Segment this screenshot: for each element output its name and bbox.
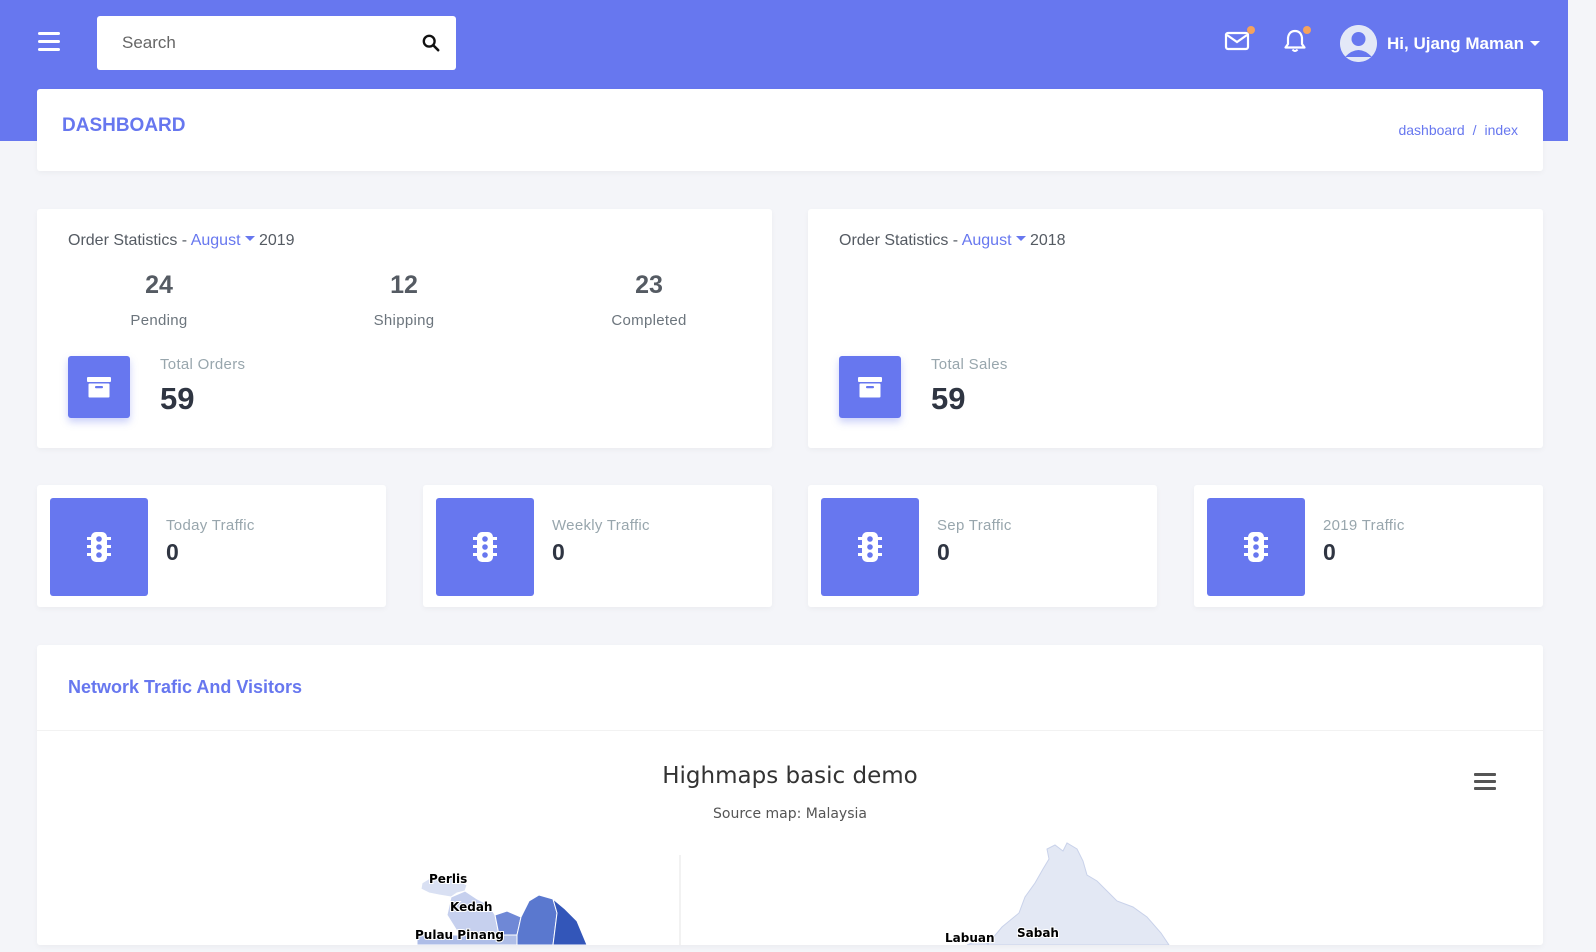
month-dropdown[interactable]: August <box>962 232 1026 249</box>
east-malaysia: Labuan Sabah <box>944 842 1170 945</box>
chart-subtitle: Source map: Malaysia <box>713 806 867 822</box>
stat-label: Shipping <box>373 312 435 329</box>
network-traffic-card: Network Trafic And Visitors Highmaps bas… <box>37 645 1543 945</box>
map-label-perlis: Perlis <box>429 872 467 886</box>
search-input[interactable] <box>97 16 402 70</box>
month-dropdown-label: August <box>190 232 241 249</box>
stat-label: Pending <box>130 312 188 329</box>
traffic-value: 0 <box>552 539 565 565</box>
chart-context-menu-icon[interactable] <box>1474 773 1496 791</box>
page-title-card: DASHBOARD dashboard / index <box>37 89 1543 171</box>
region-terengganu[interactable] <box>552 897 588 945</box>
stat-completed: 23 Completed <box>569 271 729 329</box>
month-dropdown[interactable]: August <box>191 232 255 249</box>
avatar <box>1340 25 1377 62</box>
search-button[interactable] <box>405 16 456 70</box>
hamburger-menu-icon[interactable] <box>38 32 60 52</box>
month-dropdown-label: August <box>961 232 1012 249</box>
mail-button[interactable] <box>1224 26 1255 54</box>
traffic-light-icon <box>87 532 111 562</box>
traffic-icon-box <box>50 498 148 596</box>
chart-title: Highmaps basic demo <box>662 763 918 789</box>
peninsular-malaysia: Perlis Kedah Pulau Pinang <box>414 871 588 945</box>
archive-icon-box <box>68 356 130 418</box>
total-orders-value: 59 <box>160 381 195 416</box>
order-stats-year: 2018 <box>1029 232 1066 249</box>
traffic-value: 0 <box>166 539 179 565</box>
breadcrumb-index[interactable]: index <box>1485 122 1518 138</box>
breadcrumb-dashboard[interactable]: dashboard <box>1398 122 1464 138</box>
chevron-down-icon <box>1015 236 1026 242</box>
traffic-icon-box <box>1207 498 1305 596</box>
traffic-label: Weekly Traffic <box>552 517 650 534</box>
traffic-value: 0 <box>1323 539 1336 565</box>
traffic-card-sep: Sep Traffic 0 <box>808 485 1157 607</box>
traffic-card-today: Today Traffic 0 <box>37 485 386 607</box>
archive-icon <box>87 377 111 398</box>
total-orders-label: Total Orders <box>160 356 246 373</box>
traffic-light-icon <box>858 532 882 562</box>
order-stats-label: Order Statistics - <box>839 232 959 249</box>
breadcrumb: dashboard / index <box>1398 122 1518 138</box>
search-icon <box>422 34 439 52</box>
malaysia-map: Perlis Kedah Pulau Pinang Labuan Sabah <box>414 842 1170 945</box>
stat-pending: 24 Pending <box>79 271 239 329</box>
region-kelantan[interactable] <box>516 894 558 945</box>
traffic-light-icon <box>1244 532 1268 562</box>
traffic-card-year: 2019 Traffic 0 <box>1194 485 1543 607</box>
map-label-labuan: Labuan <box>945 931 995 945</box>
total-sales-value: 59 <box>931 381 966 416</box>
stat-value: 12 <box>390 271 418 299</box>
card-title: Network Trafic And Visitors <box>68 677 303 697</box>
envelope-icon <box>1224 31 1250 51</box>
breadcrumb-separator: / <box>1472 122 1477 138</box>
map-label-pulau-pinang: Pulau Pinang <box>415 928 504 942</box>
traffic-value: 0 <box>937 539 950 565</box>
archive-icon <box>858 377 882 398</box>
map-label-sabah: Sabah <box>1017 926 1059 940</box>
stat-value: 23 <box>635 271 663 299</box>
card-header: Network Trafic And Visitors <box>37 645 1543 731</box>
region-sabah[interactable] <box>986 842 1170 945</box>
search-box <box>97 16 456 70</box>
stat-value: 24 <box>145 271 173 299</box>
traffic-label: 2019 Traffic <box>1323 517 1405 534</box>
order-stats-header: Order Statistics - August 2018 <box>839 232 1066 250</box>
user-menu[interactable]: Hi, Ujang Maman <box>1340 25 1540 62</box>
traffic-label: Sep Traffic <box>937 517 1012 534</box>
order-stats-label: Order Statistics - <box>68 232 188 249</box>
user-greeting: Hi, Ujang Maman <box>1387 33 1524 53</box>
notifications-button[interactable] <box>1282 26 1311 54</box>
mail-notification-dot <box>1247 26 1255 34</box>
traffic-light-icon <box>473 532 497 562</box>
bell-notification-dot <box>1303 26 1311 34</box>
traffic-icon-box <box>821 498 919 596</box>
traffic-icon-box <box>436 498 534 596</box>
archive-icon-box <box>839 356 901 418</box>
total-sales-label: Total Sales <box>931 356 1008 373</box>
chevron-down-icon <box>244 236 255 242</box>
order-stats-header: Order Statistics - August 2019 <box>68 232 295 250</box>
chevron-down-icon <box>1529 41 1540 46</box>
traffic-card-weekly: Weekly Traffic 0 <box>423 485 772 607</box>
order-stats-card-2019: Order Statistics - August 2019 24 Pendin… <box>37 209 772 448</box>
user-avatar-icon <box>1340 25 1377 62</box>
stat-shipping: 12 Shipping <box>324 271 484 329</box>
order-stats-year: 2019 <box>258 232 295 249</box>
page-title: DASHBOARD <box>62 115 186 136</box>
order-stats-card-2018: Order Statistics - August 2018 Total Sal… <box>808 209 1543 448</box>
traffic-label: Today Traffic <box>166 517 255 534</box>
map-label-kedah: Kedah <box>450 900 492 914</box>
stat-label: Completed <box>611 312 687 329</box>
